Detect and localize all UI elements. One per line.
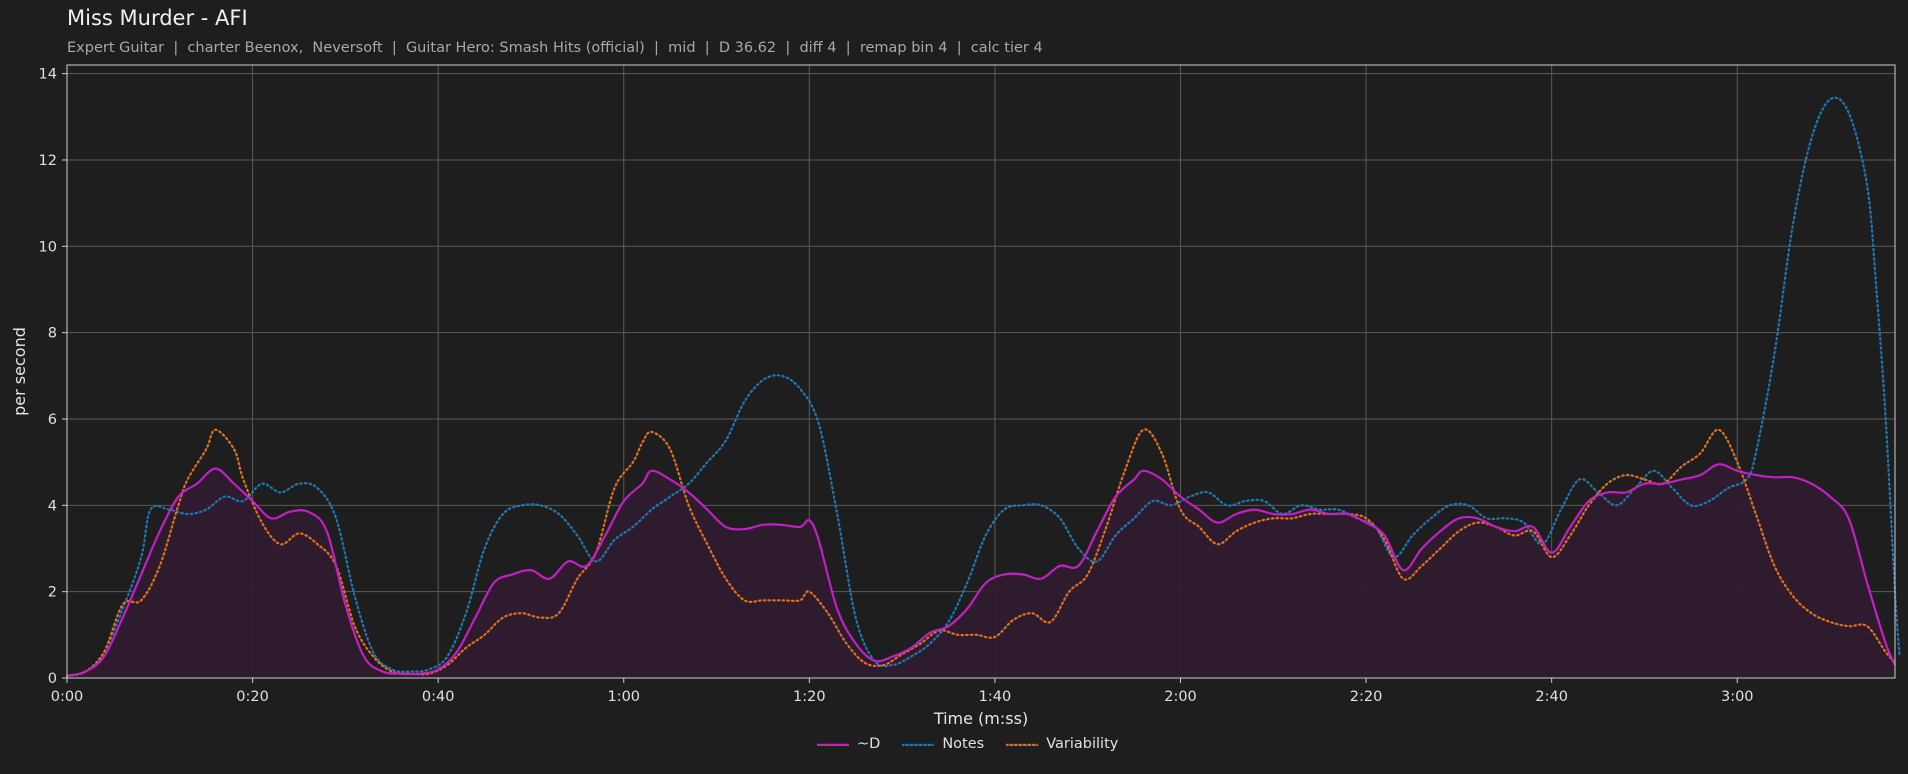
y-tick-label: 14	[39, 67, 57, 83]
x-tick-label: 2:40	[1535, 689, 1568, 705]
x-tick-label: 3:00	[1721, 689, 1754, 705]
legend-swatch-notes	[902, 743, 935, 746]
legend-label-d: ~D	[857, 736, 881, 752]
legend-item-notes: Notes	[902, 736, 984, 752]
x-tick-label: 0:40	[422, 689, 455, 705]
line-chart: 0:00 0:20 0:40 1:00 1:20 1:40 2:00 2:20 2:40 3:00…	[10, 64, 1901, 728]
x-tick-label: 1:40	[979, 689, 1012, 705]
x-axis: 0:00 0:20 0:40 1:00 1:20 1:40 2:00 2:20 2:40 3:00	[51, 678, 1754, 705]
x-tick-label: 0:00	[51, 689, 84, 705]
y-tick-label: 6	[48, 412, 57, 428]
legend-swatch-d	[817, 743, 849, 746]
legend-item-variability: Variability	[1006, 736, 1118, 752]
x-tick-label: 0:20	[236, 689, 269, 705]
legend-swatch-variability	[1006, 743, 1039, 746]
y-tick-label: 2	[48, 585, 57, 601]
y-tick-label: 12	[39, 153, 57, 169]
legend-item-d: ~D	[817, 736, 880, 752]
y-tick-label: 8	[48, 326, 57, 342]
x-tick-label: 2:00	[1164, 689, 1197, 705]
y-tick-label: 4	[48, 498, 57, 514]
x-axis-label: Time (m:ss)	[933, 709, 1028, 728]
legend: ~D Notes Variability	[817, 736, 1118, 752]
x-tick-label: 1:00	[607, 689, 640, 705]
x-tick-label: 1:20	[793, 689, 826, 705]
y-axis: 0 2 4 6 8 10 12 14	[39, 67, 67, 687]
legend-label-notes: Notes	[942, 736, 985, 752]
legend-label-variability: Variability	[1046, 736, 1119, 752]
y-tick-label: 0	[48, 671, 57, 687]
x-tick-label: 2:20	[1350, 689, 1383, 705]
y-axis-label: per second	[10, 327, 29, 416]
y-tick-label: 10	[39, 239, 57, 255]
